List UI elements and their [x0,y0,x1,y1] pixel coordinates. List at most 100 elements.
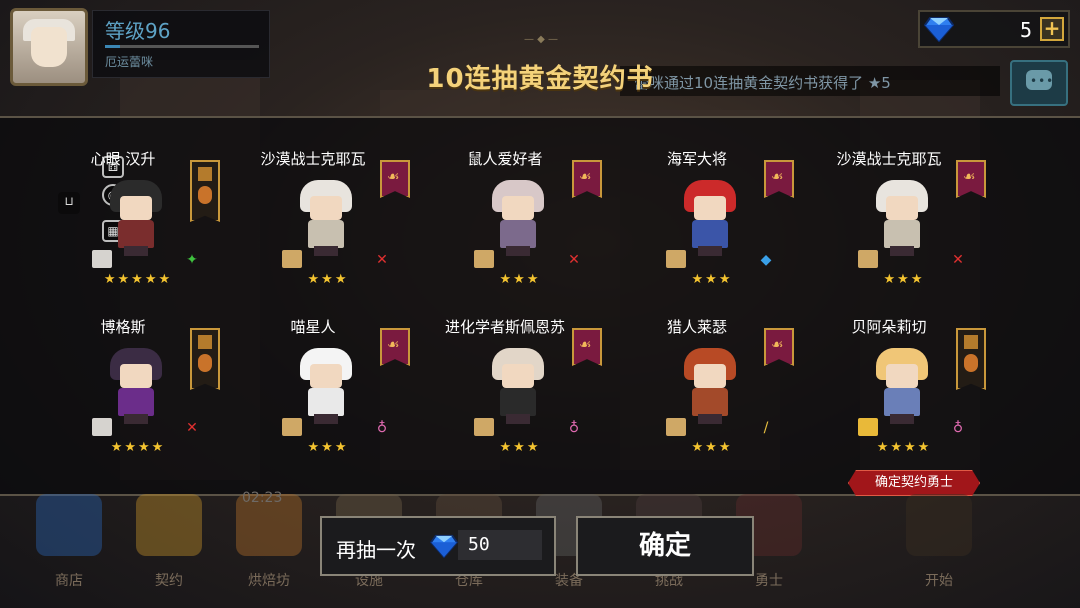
draw-again-cost: 50 [458,530,542,560]
shop-timer: 02:23 [242,490,283,506]
nav-item-icon [906,494,972,556]
potion-icon: ♁ [376,420,388,436]
contract-scroll-icon [858,250,878,268]
contract-scroll-icon [282,250,302,268]
staff-icon: / [763,420,769,436]
hero-stars: ★★★ [691,272,733,287]
hero-card[interactable]: 猎人莱瑟 ☙ / ★★★ [622,316,814,488]
crest-icon: ☙ [963,169,976,185]
banner-crest [964,354,978,372]
crest-icon: ☙ [771,337,784,353]
sprite-face [694,364,726,388]
sprite-face [502,196,534,220]
nav-item[interactable]: 商店 [34,570,104,590]
title-ornament: — ◆ — [523,34,559,45]
hero-sprite [104,178,168,258]
sprite-body [118,220,154,248]
sprite-face [502,364,534,388]
page-title: 10连抽黄金契约书 [426,64,654,94]
sprite-legs [506,246,530,256]
hero-card[interactable]: 喵星人 ☙ ♁ ★★★ [238,316,430,488]
sword-icon: ✕ [376,252,388,268]
contract-scroll-icon [282,418,302,436]
gem-count: 5 [1019,18,1032,42]
hero-sprite [294,346,358,426]
confirm-button[interactable]: 确定 [576,516,754,576]
hero-stars: ★★★ [499,272,541,287]
contract-scroll-icon [474,250,494,268]
banner-emblem [964,335,978,349]
hero-card[interactable]: 海军大将 ☙ ◆ ★★★ [622,148,814,320]
sprite-face [310,196,342,220]
sprite-legs [506,414,530,424]
sprite-legs [890,246,914,256]
hero-sprite [486,346,550,426]
level-progress-fill [105,45,121,48]
add-gems-button[interactable]: + [1040,17,1064,41]
sprite-legs [698,414,722,424]
hero-sprite [294,178,358,258]
contract-scroll-icon [666,418,686,436]
nav-item[interactable]: 契约 [134,570,204,590]
guild-crest-banner: ☙ [572,328,602,366]
player-level: 等级96 [105,19,171,43]
nav-item-icon [36,494,102,556]
sword-icon: ✕ [952,252,964,268]
nav-item[interactable]: 烘焙坊 [234,570,304,590]
sprite-legs [124,414,148,424]
nav-item[interactable]: 开始 [904,570,974,590]
hero-card[interactable]: 博格斯 ✕ ★★★★ [48,316,240,488]
contract-scroll-icon [92,250,112,268]
gem-counter: 5 + [918,10,1070,48]
sword-icon: ✕ [186,420,198,436]
contract-scroll-icon [92,418,112,436]
guild-crest-banner: ☙ [956,160,986,198]
sprite-legs [124,246,148,256]
hero-rank-banner [956,328,986,390]
hero-stars: ★★★ [307,272,349,287]
hero-name: 鼠人爱好者 [467,150,543,168]
hero-name: 喵星人 [290,318,336,336]
hero-rank-banner [190,328,220,390]
draw-again-button[interactable]: 再抽一次 50 [320,516,556,576]
hero-sprite [486,178,550,258]
hero-stars: ★★★★★ [103,272,173,287]
sword-icon: ✕ [568,252,580,268]
sprite-body [884,220,920,248]
hero-stars: ★★★ [499,440,541,455]
level-progress-bar [105,45,259,48]
guild-crest-banner: ☙ [764,328,794,366]
banner-crest [198,354,212,372]
hero-card[interactable]: 进化学者斯佩恩苏 ☙ ♁ ★★★ [430,316,622,488]
crest-icon: ☙ [579,169,592,185]
hero-card[interactable]: 心眼 汉升 ✦ ★★★★★ [48,148,240,320]
sprite-face [886,364,918,388]
sprite-face [120,364,152,388]
contract-scroll-icon [474,418,494,436]
shuriken-icon: ✦ [186,252,198,268]
guild-crest-banner: ☙ [380,328,410,366]
sprite-body [308,388,344,416]
banner-emblem [198,335,212,349]
sprite-legs [314,414,338,424]
nav-item-icon [136,494,202,556]
hero-name: 进化学者斯佩恩苏 [444,318,565,336]
draw-again-label: 再抽一次 [336,538,416,562]
contract-scroll-icon [858,418,878,436]
hero-card[interactable]: 贝阿朵莉切 ♁ ★★★★ [814,316,1006,488]
crest-icon: ☙ [387,169,400,185]
potion-icon: ♁ [952,420,964,436]
hero-sprite [104,346,168,426]
guild-crest-banner: ☙ [764,160,794,198]
sprite-body [692,220,728,248]
hero-card[interactable]: 鼠人爱好者 ☙ ✕ ★★★ [430,148,622,320]
hero-card[interactable]: 沙漠战士克耶瓦 ☙ ✕ ★★★ [238,148,430,320]
sprite-legs [698,246,722,256]
hero-card[interactable]: 沙漠战士克耶瓦 ☙ ✕ ★★★ [814,148,1006,320]
hero-stars: ★★★ [883,272,925,287]
crest-icon: ☙ [771,169,784,185]
confirm-hero-tag[interactable]: 确定契约勇士 [848,470,980,496]
potion-icon: ♁ [568,420,580,436]
hero-name: 贝阿朵莉切 [851,318,927,336]
diamond-icon [924,17,954,42]
